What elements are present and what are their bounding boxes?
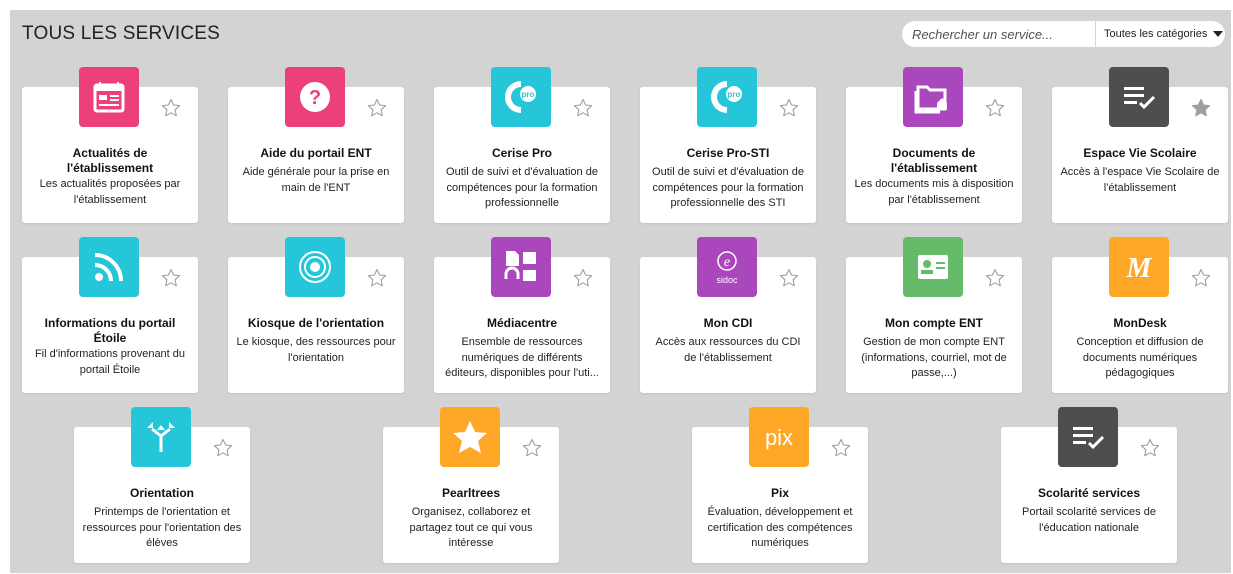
rss-icon [79, 237, 139, 297]
category-dropdown[interactable]: Toutes les catégories [1095, 21, 1225, 47]
service-description: Printemps de l'orientation et ressources… [82, 506, 242, 549]
service-card[interactable]: M MonDesk Conception et diffusion de docum… [1052, 237, 1228, 393]
service-title: Actualités de l'établissement [66, 146, 154, 175]
search-input[interactable] [902, 22, 1098, 46]
service-description: Le kiosque, des ressources pour l'orient… [236, 336, 396, 364]
service-card[interactable]: pro Cerise Pro-STI Outil de suivi et d'éva… [640, 67, 816, 223]
service-card[interactable]: Médiacentre Ensemble de ressources numéri… [434, 237, 610, 393]
favorite-star-icon[interactable] [1140, 438, 1160, 458]
service-description: Gestion de mon compte ENT (informations,… [861, 336, 1007, 379]
service-card[interactable]: pro Cerise Pro Outil de suivi et d'évaluat… [434, 67, 610, 223]
checklist-icon [1058, 407, 1118, 467]
favorite-star-icon[interactable] [985, 268, 1005, 288]
favorite-star-icon[interactable] [779, 268, 799, 288]
favorite-star-filled-icon[interactable] [1191, 98, 1211, 118]
service-title: Cerise Pro-STI [686, 146, 770, 160]
favorite-star-icon[interactable] [161, 98, 181, 118]
favorite-star-icon[interactable] [367, 98, 387, 118]
service-description: Les actualités proposées par l'établisse… [39, 178, 181, 206]
service-description: Outil de suivi et d'évaluation de compét… [446, 166, 598, 209]
service-card[interactable]: Actualités de l'établissement Les actuali… [22, 67, 198, 223]
sidoc-icon: e sidoc [697, 237, 757, 297]
category-dropdown-label: Toutes les catégories [1104, 28, 1208, 40]
star-icon [440, 407, 500, 467]
service-description: Ensemble de ressources numériques de dif… [445, 336, 599, 379]
newspaper-icon [79, 67, 139, 127]
service-title: Pearltrees [441, 486, 501, 500]
service-title: Cerise Pro [491, 146, 553, 160]
favorite-star-icon[interactable] [1191, 268, 1211, 288]
folder-home-icon [903, 67, 963, 127]
service-description: Accès aux ressources du CDI de l'établis… [655, 336, 801, 364]
favorite-star-icon[interactable] [213, 438, 233, 458]
directions-icon [131, 407, 191, 467]
favorite-star-icon[interactable] [161, 268, 181, 288]
service-card[interactable]: Pearltrees Organisez, collaborez et parta… [383, 407, 559, 563]
checklist-icon [1109, 67, 1169, 127]
service-description: Portail scolarité services de l'éducatio… [1022, 506, 1156, 534]
svg-text:?: ? [309, 87, 321, 109]
service-title: Mon CDI [703, 316, 753, 330]
service-title: Kiosque de l'orientation [247, 316, 385, 330]
svg-text:sidoc: sidoc [716, 275, 738, 285]
service-title: Mon compte ENT [885, 316, 983, 330]
help-icon: ? [285, 67, 345, 127]
service-description: Outil de suivi et d'évaluation de compét… [652, 166, 804, 209]
services-panel: TOUS LES SERVICES Toutes les catégories … [10, 10, 1231, 573]
service-description: Organisez, collaborez et partagez tout c… [409, 506, 533, 549]
id-card-icon [903, 237, 963, 297]
media-icon [491, 237, 551, 297]
search-bar: Toutes les catégories [902, 21, 1225, 47]
service-title: Informations du portail Étoile [44, 316, 176, 345]
service-card[interactable]: Orientation Printemps de l'orientation et… [74, 407, 250, 563]
service-title: Orientation [129, 486, 194, 500]
cerise-pro-icon: pro [491, 67, 551, 127]
cerise-pro-icon: pro [697, 67, 757, 127]
service-title: Scolarité services [1037, 486, 1141, 500]
favorite-star-icon[interactable] [831, 438, 851, 458]
service-description: Aide générale pour la prise en main de l… [242, 166, 390, 194]
service-card[interactable]: Espace Vie Scolaire Accès à l'espace Vie … [1052, 67, 1228, 223]
service-card[interactable]: e sidoc Mon CDI Accès aux ressources du CDI… [640, 237, 816, 393]
service-description: Évaluation, développement et certificati… [707, 506, 853, 549]
mondesk-icon: M [1109, 237, 1169, 297]
pix-icon: pix [749, 407, 809, 467]
favorite-star-icon[interactable] [522, 438, 542, 458]
service-title: Documents de l'établissement [890, 146, 978, 175]
service-card[interactable]: Kiosque de l'orientation Le kiosque, des … [228, 237, 404, 393]
caret-down-icon [1213, 31, 1224, 37]
service-description: Les documents mis à disposition par l'ét… [854, 178, 1014, 206]
service-title: MonDesk [1113, 316, 1167, 330]
svg-text:pro: pro [522, 90, 535, 99]
favorite-star-icon[interactable] [779, 98, 799, 118]
service-title: Aide du portail ENT [260, 146, 372, 160]
service-description: Fil d'informations provenant du portail … [34, 348, 186, 376]
service-card[interactable]: Documents de l'établissement Les document… [846, 67, 1022, 223]
service-title: Espace Vie Scolaire [1083, 146, 1197, 160]
service-description: Accès à l'espace Vie Scolaire de l'établ… [1060, 166, 1220, 194]
favorite-star-icon[interactable] [367, 268, 387, 288]
svg-text:e: e [724, 255, 730, 270]
svg-text:pix: pix [765, 425, 793, 450]
favorite-star-icon[interactable] [573, 98, 593, 118]
service-title: Médiacentre [486, 316, 558, 330]
favorite-star-icon[interactable] [573, 268, 593, 288]
service-card[interactable]: Scolarité services Portail scolarité serv… [1001, 407, 1177, 563]
service-description: Conception et diffusion de documents num… [1076, 336, 1204, 379]
target-icon [285, 237, 345, 297]
page-title: TOUS LES SERVICES [22, 23, 221, 44]
service-card[interactable]: ? Aide du portail ENT Aide générale pour l… [228, 67, 404, 223]
service-card[interactable]: Mon compte ENT Gestion de mon compte ENT … [846, 237, 1022, 393]
service-card[interactable]: pix Pix Évaluation, développement et certi… [692, 407, 868, 563]
service-card[interactable]: Informations du portail Étoile Fil d'info… [22, 237, 198, 393]
svg-text:M: M [1126, 253, 1153, 284]
service-title: Pix [770, 486, 789, 500]
svg-text:pro: pro [728, 90, 741, 99]
favorite-star-icon[interactable] [985, 98, 1005, 118]
